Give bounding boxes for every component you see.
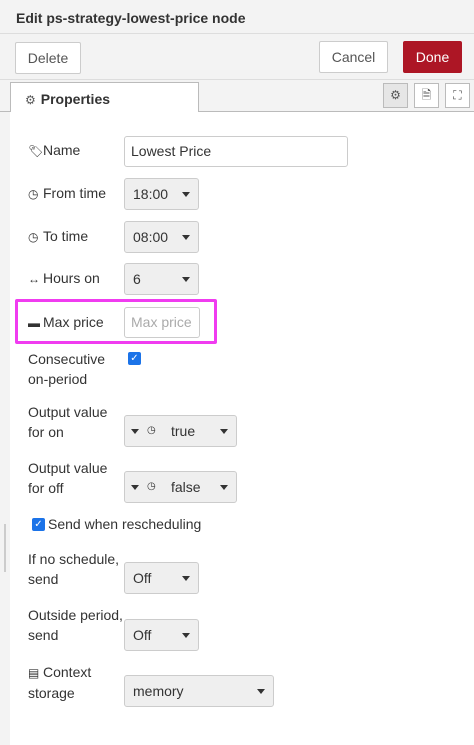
gear-icon: ⚙ (390, 88, 401, 102)
hours-on-label: ↔ Hours on (28, 268, 100, 289)
chevron-down-icon (182, 235, 190, 240)
from-time-select[interactable]: 18:00 (124, 178, 199, 210)
output-off-label: Output value for off (28, 460, 108, 496)
chevron-down-icon (220, 429, 228, 434)
clock-icon: ◷ (147, 481, 156, 492)
frame-icon: ⛶ (453, 88, 462, 102)
minus-icon: ▬ (28, 316, 40, 330)
chevron-down-icon (182, 192, 190, 197)
tab-properties-label: Properties (40, 91, 111, 107)
chevron-down-icon (220, 485, 228, 490)
arrows-horizontal-icon: ↔ (28, 272, 40, 286)
send-rescheduling-checkbox[interactable]: ✓ (32, 518, 45, 531)
no-schedule-label: If no schedule, send (28, 551, 120, 587)
dialog-title: Edit ps-strategy-lowest-price node (0, 0, 474, 34)
output-on-select[interactable]: ◷ true (124, 415, 237, 447)
name-input[interactable]: Lowest Price (124, 136, 348, 167)
chevron-down-icon (182, 576, 190, 581)
to-time-label: ◷ To time (28, 226, 88, 247)
cancel-button[interactable]: Cancel (319, 41, 388, 73)
clock-icon: ◷ (28, 230, 39, 244)
gear-icon: ⚙ (25, 93, 36, 107)
chevron-down-icon (257, 689, 265, 694)
chevron-down-icon (131, 485, 139, 490)
context-storage-label: ▤ Context storage (28, 664, 92, 701)
tab-settings[interactable]: ⚙ (383, 83, 408, 108)
hours-on-select[interactable]: 6 (124, 263, 199, 295)
no-schedule-select[interactable]: Off (124, 562, 199, 594)
delete-button[interactable]: Delete (15, 42, 81, 74)
chevron-down-icon (182, 277, 190, 282)
outside-period-select[interactable]: Off (124, 619, 199, 651)
name-label: 🏷Name (28, 140, 80, 161)
max-price-label: ▬ Max price (28, 312, 104, 333)
outside-period-label: Outside period, send (28, 607, 123, 643)
chevron-down-icon (182, 633, 190, 638)
clock-icon: ◷ (147, 425, 156, 436)
tab-properties[interactable]: ⚙ Properties (10, 82, 199, 113)
tab-description[interactable]: 🗎 (414, 83, 439, 108)
tab-appearance[interactable]: ⛶ (445, 83, 470, 108)
from-time-label: ◷ From time (28, 183, 106, 204)
send-rescheduling-label: Send when rescheduling (48, 516, 202, 532)
tab-bar: ⚙ Properties ⚙ 🗎 ⛶ (0, 80, 474, 113)
tag-icon: 🏷 (28, 144, 44, 158)
max-price-input[interactable]: Max price (124, 307, 200, 338)
done-button[interactable]: Done (403, 41, 462, 73)
dialog-toolbar: Delete Cancel Done (0, 34, 474, 80)
context-storage-select[interactable]: memory (124, 675, 274, 707)
archive-icon: ▤ (28, 666, 40, 680)
resize-handle[interactable] (4, 524, 6, 572)
chevron-down-icon (131, 429, 139, 434)
consecutive-label: Consecutive on-period (28, 351, 106, 387)
output-on-label: Output value for on (28, 404, 108, 440)
document-icon: 🗎 (421, 88, 432, 102)
clock-icon: ◷ (28, 187, 39, 201)
consecutive-checkbox[interactable]: ✓ (128, 352, 141, 365)
output-off-select[interactable]: ◷ false (124, 471, 237, 503)
to-time-select[interactable]: 08:00 (124, 221, 199, 253)
